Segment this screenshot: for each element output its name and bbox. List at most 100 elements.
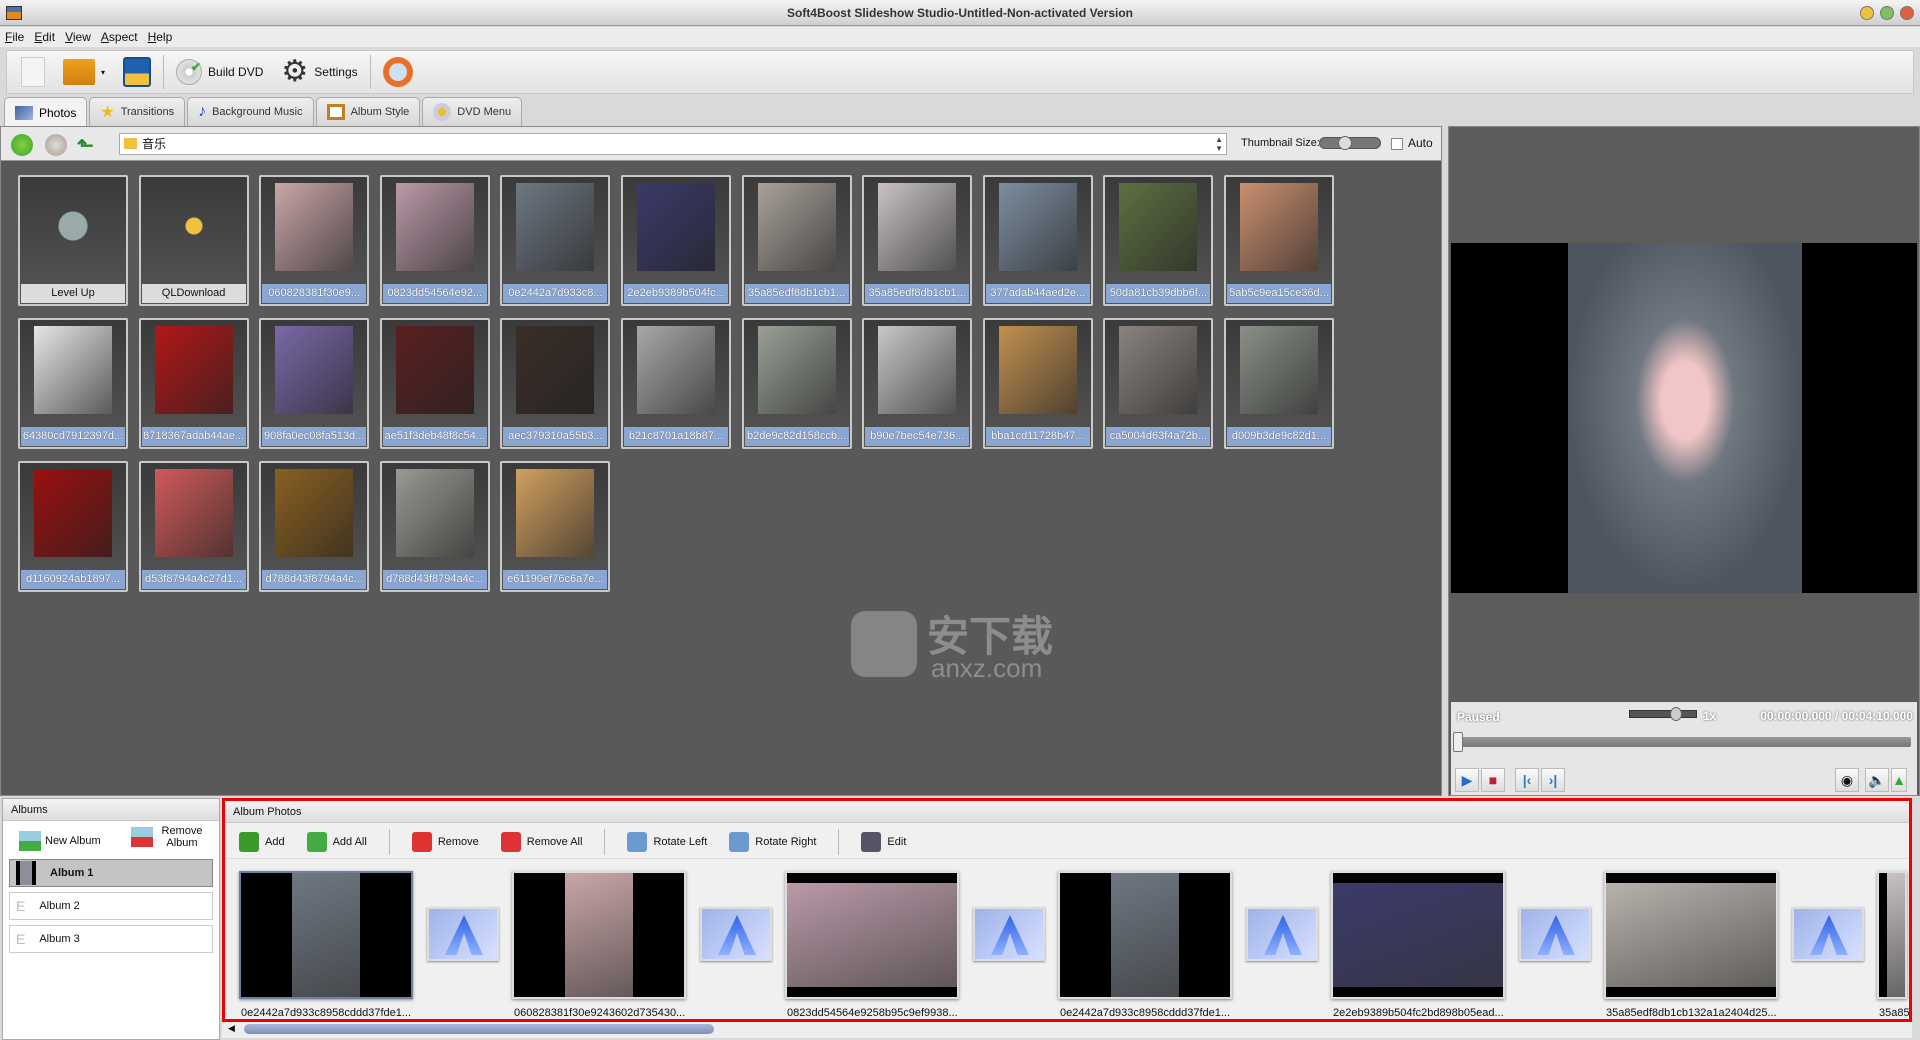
- album-item[interactable]: Album 1: [9, 859, 213, 887]
- menu-help[interactable]: Help: [143, 27, 178, 47]
- album-horizontal-scrollbar[interactable]: ◀: [222, 1022, 1912, 1038]
- next-button[interactable]: ›|: [1541, 768, 1565, 792]
- build-dvd-button[interactable]: ✔ Build DVD: [170, 54, 269, 90]
- photo-thumbnail[interactable]: aec379310a55b3...: [500, 318, 611, 449]
- photo-thumbnail[interactable]: 50da81cb39dbb6f...: [1103, 175, 1214, 306]
- tab-background-music[interactable]: ♪ Background Music: [187, 97, 314, 126]
- add-all-button[interactable]: Add All: [306, 831, 367, 852]
- photo-thumbnail[interactable]: ca5004d63f4a72b...: [1103, 318, 1214, 449]
- slider-knob[interactable]: [1338, 136, 1352, 150]
- photo-thumbnail[interactable]: bba1cd11728b47...: [982, 318, 1093, 449]
- photo-thumbnail[interactable]: 908fa0ec08fa513d...: [259, 318, 370, 449]
- remove-button[interactable]: Remove: [411, 831, 479, 852]
- album-item[interactable]: E Album 2: [9, 892, 213, 920]
- photo-thumbnail[interactable]: 8718367adab44ae...: [138, 318, 249, 449]
- photo-thumbnail[interactable]: d009b3de9c82d1...: [1224, 318, 1334, 449]
- auto-checkbox[interactable]: [1391, 138, 1403, 150]
- close-button[interactable]: [1900, 6, 1914, 20]
- transition-item[interactable]: [1246, 907, 1318, 961]
- help-button[interactable]: [377, 54, 419, 90]
- forward-icon[interactable]: [45, 134, 67, 156]
- photo-thumbnail[interactable]: 5ab5c9ea15ce36d...: [1224, 175, 1334, 306]
- album-photo-caption: 0e2442a7d933c8958cddd37fde1...: [1060, 1007, 1231, 1019]
- photo-thumbnail[interactable]: 2e2eb9389b504fc...: [621, 175, 731, 306]
- rotate-right-button[interactable]: Rotate Right: [729, 831, 816, 852]
- menu-file[interactable]: File: [0, 27, 29, 47]
- scroll-left-icon[interactable]: ◀: [228, 1023, 235, 1034]
- photo-image: [1240, 326, 1318, 414]
- albums-panel: Albums New Album Remove Album Album 1 E A…: [2, 798, 220, 1040]
- photo-thumbnail[interactable]: b2de9c82d158ccb...: [741, 318, 852, 449]
- edit-button[interactable]: Edit: [861, 831, 906, 852]
- photo-thumbnail[interactable]: b21c8701a18b87...: [621, 318, 731, 449]
- transition-item[interactable]: [1519, 907, 1591, 961]
- transition-item[interactable]: [1792, 907, 1864, 961]
- rotate-left-button[interactable]: Rotate Left: [627, 831, 707, 852]
- add-button[interactable]: Add: [239, 831, 285, 852]
- transition-item[interactable]: [700, 907, 772, 961]
- photo-thumbnail[interactable]: 0e2442a7d933c8...: [500, 175, 611, 306]
- photo-thumbnail[interactable]: d1160924ab1897...: [18, 461, 128, 592]
- album-photo[interactable]: [512, 871, 686, 999]
- album-photo[interactable]: [785, 871, 959, 999]
- maximize-button[interactable]: [1880, 6, 1894, 20]
- back-icon[interactable]: [11, 134, 33, 156]
- photo-thumbnail[interactable]: 377adab44aed2e...: [982, 175, 1093, 306]
- menu-view[interactable]: View: [60, 27, 96, 47]
- album-photo[interactable]: [1331, 871, 1505, 999]
- thumbnail-caption: QLDownload: [141, 284, 246, 303]
- previous-button[interactable]: |‹: [1515, 768, 1539, 792]
- menu-edit[interactable]: Edit: [29, 27, 60, 47]
- photo-thumbnail[interactable]: d53f8794a4c27d1...: [138, 461, 249, 592]
- save-button[interactable]: [117, 54, 157, 90]
- transition-item[interactable]: [427, 907, 499, 961]
- remove-album-button[interactable]: Remove Album: [131, 825, 207, 849]
- menu-aspect[interactable]: Aspect: [96, 27, 143, 47]
- photo-thumbnail[interactable]: d788d43f8794a4c...: [379, 461, 490, 592]
- play-button[interactable]: ▶: [1455, 768, 1479, 792]
- snapshot-button[interactable]: ◉: [1835, 768, 1859, 792]
- seek-bar[interactable]: [1453, 732, 1911, 752]
- new-project-button[interactable]: [15, 54, 51, 90]
- folder-thumbnail[interactable]: QLDownload: [138, 175, 249, 306]
- remove-all-button[interactable]: Remove All: [500, 831, 582, 852]
- dropdown-arrow-icon[interactable]: ▾: [101, 68, 105, 77]
- settings-button[interactable]: ⚙ Settings: [275, 54, 363, 90]
- photo-thumbnail[interactable]: 35a85edf8db1cb1...: [741, 175, 852, 306]
- album-photo[interactable]: [239, 871, 413, 999]
- photo-thumbnail[interactable]: e61190ef76c6a7e...: [500, 461, 611, 592]
- transition-item[interactable]: [973, 907, 1045, 961]
- tab-transitions[interactable]: ★ Transitions: [89, 97, 186, 126]
- volume-button[interactable]: 🔈: [1865, 768, 1889, 792]
- minimize-button[interactable]: [1860, 6, 1874, 20]
- path-dropdown[interactable]: 音乐 ▲ ▼: [119, 133, 1227, 155]
- album-photo[interactable]: [1604, 871, 1778, 999]
- photo-thumbnail[interactable]: d788d43f8794a4c...: [259, 461, 370, 592]
- photo-thumbnail[interactable]: 060828381f30e9...: [259, 175, 370, 306]
- tab-photos[interactable]: Photos: [4, 97, 88, 127]
- volume-slider-toggle[interactable]: ▲: [1891, 768, 1907, 792]
- photo-thumbnail[interactable]: 35a85edf8db1cb1...: [862, 175, 973, 306]
- rotate-right-icon: [729, 831, 750, 852]
- up-folder-icon[interactable]: ⬑: [77, 133, 94, 158]
- thumbnail-size-slider[interactable]: [1319, 136, 1381, 150]
- open-project-button[interactable]: ▾: [57, 54, 111, 90]
- seek-knob[interactable]: [1453, 732, 1463, 752]
- album-photo[interactable]: [1877, 871, 1907, 999]
- stop-button[interactable]: ■: [1481, 768, 1505, 792]
- scrollbar-thumb[interactable]: [244, 1024, 714, 1034]
- photo-thumbnail[interactable]: b90e7bec54e736...: [862, 318, 973, 449]
- level-up-thumbnail[interactable]: Level Up: [18, 175, 128, 306]
- album-item[interactable]: E Album 3: [9, 925, 213, 953]
- photo-thumbnail[interactable]: ae51f3deb48f8c54...: [379, 318, 490, 449]
- thumbnail-caption: e61190ef76c6a7e...: [503, 570, 608, 589]
- transition-icon: [1537, 915, 1575, 955]
- photo-thumbnail[interactable]: 0823dd54564e92...: [379, 175, 490, 306]
- new-album-button[interactable]: New Album: [19, 831, 101, 851]
- tab-album-style[interactable]: Album Style: [315, 97, 421, 126]
- speed-slider[interactable]: [1629, 707, 1697, 721]
- slider-knob[interactable]: [1670, 707, 1682, 721]
- tab-dvd-menu[interactable]: DVD Menu: [422, 97, 523, 126]
- photo-thumbnail[interactable]: 64380cd7912397d...: [18, 318, 128, 449]
- album-photo[interactable]: [1058, 871, 1232, 999]
